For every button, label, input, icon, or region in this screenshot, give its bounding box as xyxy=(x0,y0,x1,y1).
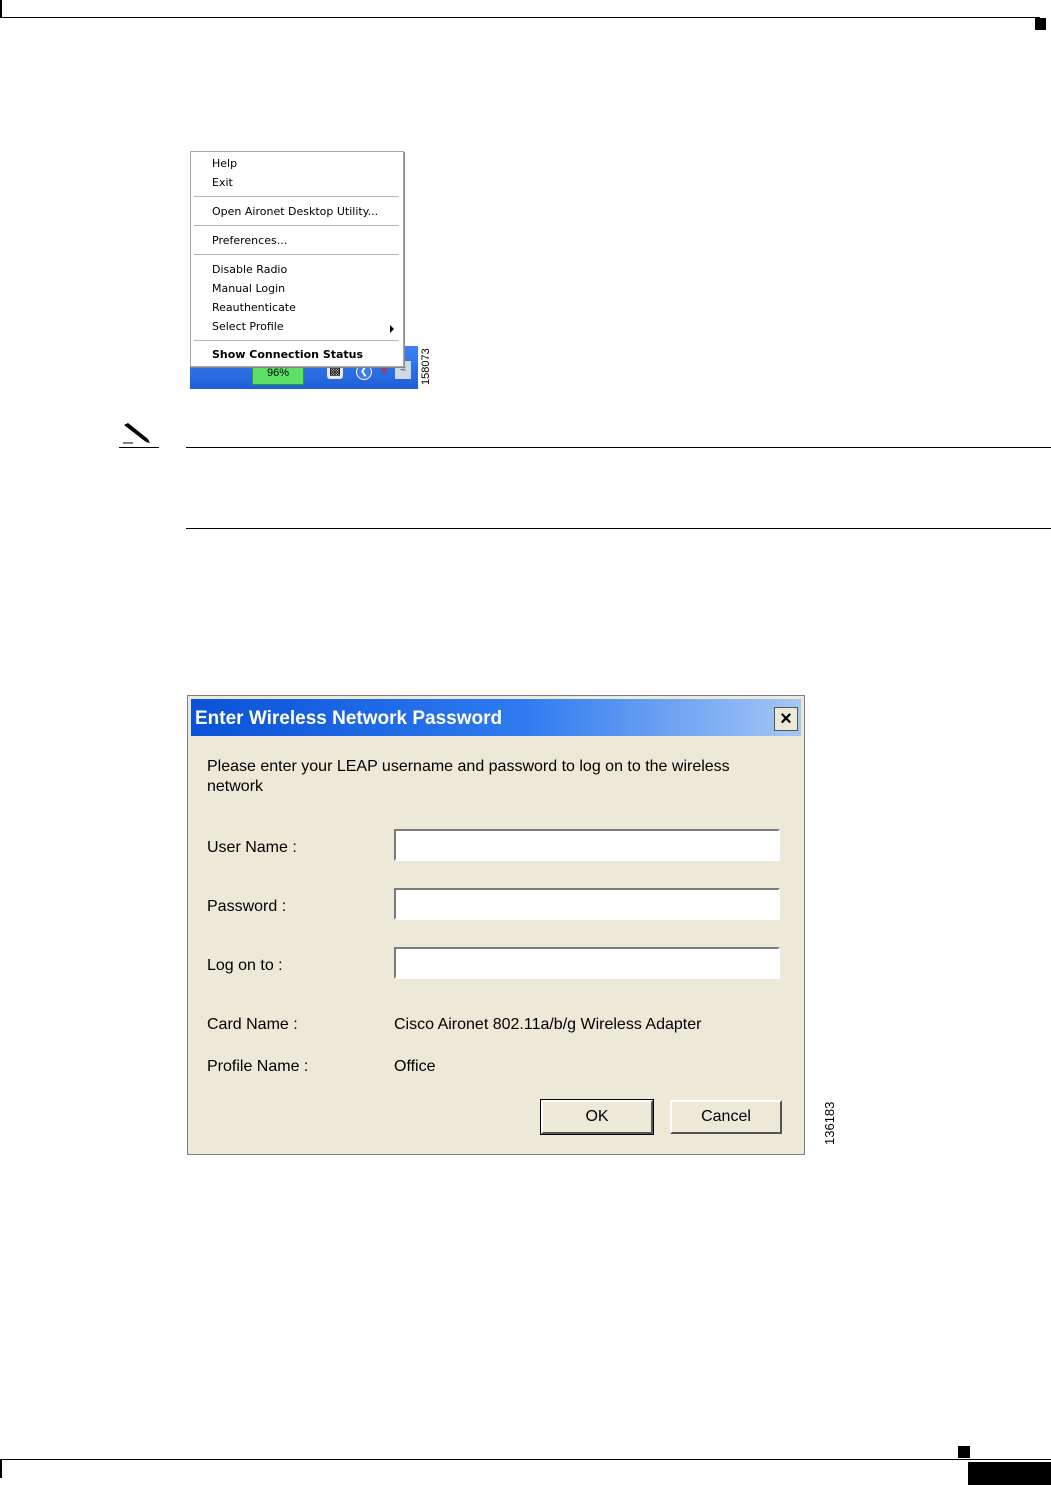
menu-separator xyxy=(194,340,399,341)
header-marker xyxy=(1035,18,1046,30)
menu-item-show-connection-status[interactable]: Show Connection Status xyxy=(212,348,363,361)
menu-item-label: Open Aironet Desktop Utility... xyxy=(212,205,379,218)
menu-item-exit[interactable]: Exit xyxy=(212,176,233,189)
menu-item-reauthenticate[interactable]: Reauthenticate xyxy=(212,301,296,314)
user-name-field[interactable] xyxy=(394,829,780,861)
menu-item-disable-radio[interactable]: Disable Radio xyxy=(212,263,287,276)
figure-number: 136183 xyxy=(822,1101,837,1145)
password-label: Password : xyxy=(207,898,287,915)
header-rule xyxy=(0,17,1040,18)
menu-item-label: Select Profile xyxy=(212,320,284,333)
dialog-title-bar[interactable]: Enter Wireless Network Password × xyxy=(191,699,801,736)
tray-menu-figure: 96% ▩ ❮ ✕ ≈ Help Exit Open Aironet Deskt… xyxy=(190,151,418,389)
menu-item-label: Preferences... xyxy=(212,234,288,247)
pencil-icon xyxy=(123,423,150,444)
menu-item-preferences[interactable]: Preferences... xyxy=(212,234,287,247)
profile-name-label: Profile Name : xyxy=(207,1058,309,1075)
note-rule xyxy=(186,447,1051,448)
menu-item-open-aironet[interactable]: Open Aironet Desktop Utility... xyxy=(212,205,378,218)
logon-domain-field[interactable] xyxy=(394,947,780,979)
logon-label: Log on to : xyxy=(207,957,283,974)
figure-number: 158073 xyxy=(420,348,432,385)
header-tick xyxy=(0,0,2,18)
tray-context-menu: Help Exit Open Aironet Desktop Utility..… xyxy=(190,151,404,367)
close-button[interactable]: × xyxy=(774,707,798,731)
profile-name-value: Office xyxy=(394,1058,436,1075)
footer-tick xyxy=(0,1460,2,1478)
menu-item-manual-login[interactable]: Manual Login xyxy=(212,282,285,295)
menu-separator xyxy=(194,254,399,255)
submenu-arrow-icon xyxy=(390,325,394,333)
menu-item-help[interactable]: Help xyxy=(212,157,237,170)
ok-button[interactable]: OK xyxy=(540,1099,654,1135)
menu-item-label: Disable Radio xyxy=(212,263,288,276)
note-rule xyxy=(186,528,1051,529)
menu-item-label: Reauthenticate xyxy=(212,301,296,314)
dialog-title: Enter Wireless Network Password xyxy=(195,708,503,729)
note-rule xyxy=(119,447,159,448)
card-name-label: Card Name : xyxy=(207,1016,298,1033)
card-name-value: Cisco Aironet 802.11a/b/g Wireless Adapt… xyxy=(394,1016,702,1033)
instruction-text-cont: network xyxy=(207,778,264,795)
password-field[interactable] xyxy=(394,888,780,920)
cancel-button[interactable]: Cancel xyxy=(670,1100,782,1134)
footer-rule xyxy=(0,1459,1051,1460)
menu-item-label: Help xyxy=(212,157,238,170)
menu-item-select-profile[interactable]: Select Profile xyxy=(212,320,284,333)
menu-item-label: Show Connection Status xyxy=(212,348,364,361)
wireless-password-dialog: Enter Wireless Network Password × Please… xyxy=(187,695,805,1155)
footer-page-tab xyxy=(968,1462,1051,1485)
menu-item-label: Exit xyxy=(212,176,233,189)
footer-marker xyxy=(958,1446,970,1458)
menu-separator xyxy=(194,196,399,197)
menu-separator xyxy=(194,225,399,226)
user-name-label: User Name : xyxy=(207,839,297,856)
instruction-text: Please enter your LEAP username and pass… xyxy=(207,758,730,775)
menu-item-label: Manual Login xyxy=(212,282,286,295)
